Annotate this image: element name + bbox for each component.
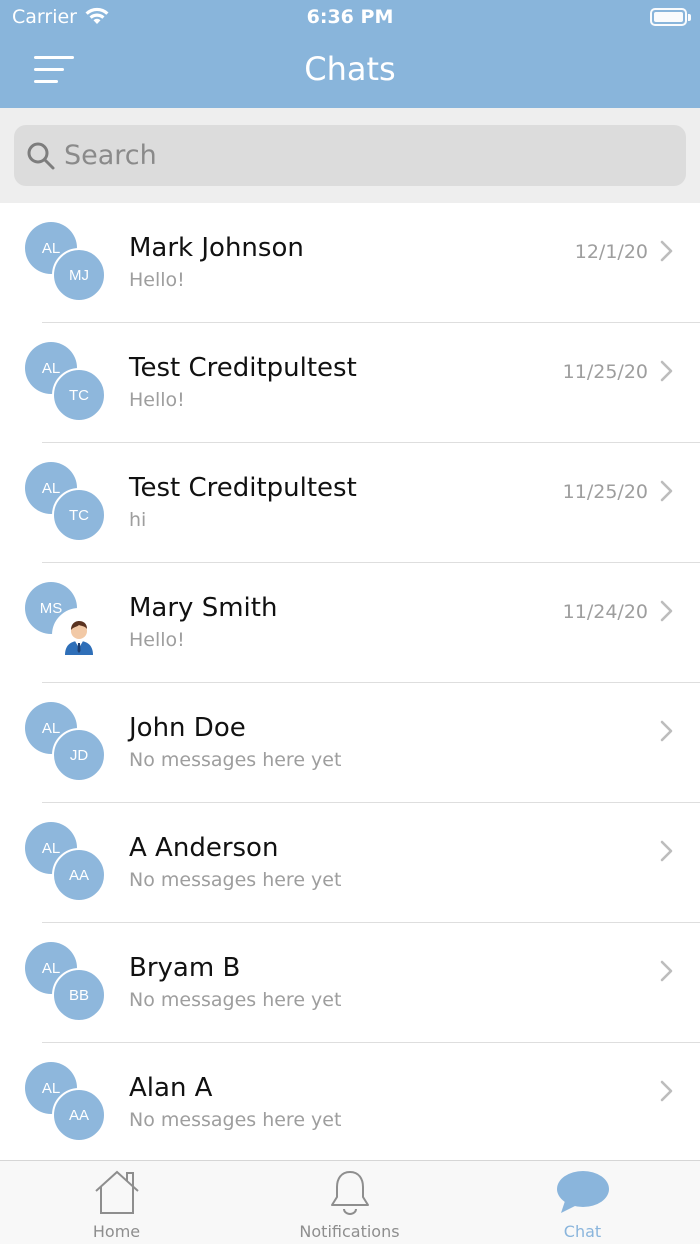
chat-row[interactable]: AL BB Bryam B No messages here yet	[0, 923, 700, 1043]
chevron-right-icon	[660, 240, 673, 262]
chat-preview: No messages here yet	[129, 869, 342, 891]
avatar-front: TC	[52, 488, 106, 542]
chevron-right-icon	[660, 360, 673, 382]
bell-icon	[330, 1171, 369, 1215]
chat-row[interactable]: AL MJ Mark Johnson Hello! 12/1/20	[0, 203, 700, 323]
avatar-front: AA	[52, 1088, 106, 1142]
chevron-right-icon	[660, 600, 673, 622]
avatar-front: AA	[52, 848, 106, 902]
chat-name: Test Creditpultest	[129, 473, 357, 503]
chevron-right-icon	[660, 480, 673, 502]
avatar-front: JD	[52, 728, 106, 782]
chat-row[interactable]: AL TC Test Creditpultest hi 11/25/20	[0, 443, 700, 563]
chat-preview: No messages here yet	[129, 1109, 342, 1131]
chat-row[interactable]: AL JD John Doe No messages here yet	[0, 683, 700, 803]
chat-row[interactable]: AL AA A Anderson No messages here yet	[0, 803, 700, 923]
chat-date: 12/1/20	[574, 241, 648, 263]
tab-notifications-label: Notifications	[299, 1222, 400, 1241]
top-bar: Carrier 6:36 PM Chats	[0, 0, 700, 108]
chat-name: Mark Johnson	[129, 233, 304, 263]
page-title: Chats	[304, 50, 396, 88]
tab-home-label: Home	[92, 1222, 141, 1241]
chevron-right-icon	[660, 720, 673, 742]
home-icon	[94, 1170, 139, 1214]
tab-chat-label: Chat	[563, 1222, 602, 1241]
chat-name: Bryam B	[129, 953, 241, 983]
user-photo-icon	[52, 608, 106, 662]
battery-icon	[650, 8, 691, 26]
search-icon	[27, 142, 55, 170]
chat-date: 11/24/20	[562, 601, 648, 623]
chat-date: 11/25/20	[562, 361, 648, 383]
chat-row[interactable]: MS Mary Smith Hello! 11/24/20	[0, 563, 700, 683]
tab-chat[interactable]: Chat	[466, 1161, 699, 1244]
chat-preview: Hello!	[129, 269, 185, 291]
chat-preview: No messages here yet	[129, 989, 342, 1011]
chat-preview: No messages here yet	[129, 749, 342, 771]
search-bar-container	[0, 108, 700, 203]
chevron-right-icon	[660, 840, 673, 862]
chevron-right-icon	[660, 1080, 673, 1102]
chat-name: John Doe	[129, 713, 246, 743]
status-bar: Carrier 6:36 PM	[0, 0, 700, 36]
tab-bar: Home Notifications Chat	[0, 1160, 700, 1244]
chat-date: 11/25/20	[562, 481, 648, 503]
chat-name: Mary Smith	[129, 593, 278, 623]
search-input[interactable]	[64, 133, 664, 177]
chat-row[interactable]: AL TC Test Creditpultest Hello! 11/25/20	[0, 323, 700, 443]
chat-name: Alan A	[129, 1073, 213, 1103]
avatar-front: BB	[52, 968, 106, 1022]
avatar-front: MJ	[52, 248, 106, 302]
search-bar[interactable]	[14, 125, 686, 186]
chat-preview: Hello!	[129, 389, 185, 411]
chat-row[interactable]: AL AA Alan A No messages here yet	[0, 1043, 700, 1163]
chat-bubble-icon	[556, 1171, 609, 1213]
chat-name: Test Creditpultest	[129, 353, 357, 383]
chat-list: AL MJ Mark Johnson Hello! 12/1/20 AL TC Test Cr…	[0, 203, 700, 1163]
tab-home[interactable]: Home	[0, 1161, 233, 1244]
status-time: 6:36 PM	[306, 6, 394, 28]
avatar-front: TC	[52, 368, 106, 422]
chat-preview: Hello!	[129, 629, 185, 651]
chat-name: A Anderson	[129, 833, 279, 863]
tab-notifications[interactable]: Notifications	[233, 1161, 466, 1244]
chevron-right-icon	[660, 960, 673, 982]
chat-preview: hi	[129, 509, 147, 531]
